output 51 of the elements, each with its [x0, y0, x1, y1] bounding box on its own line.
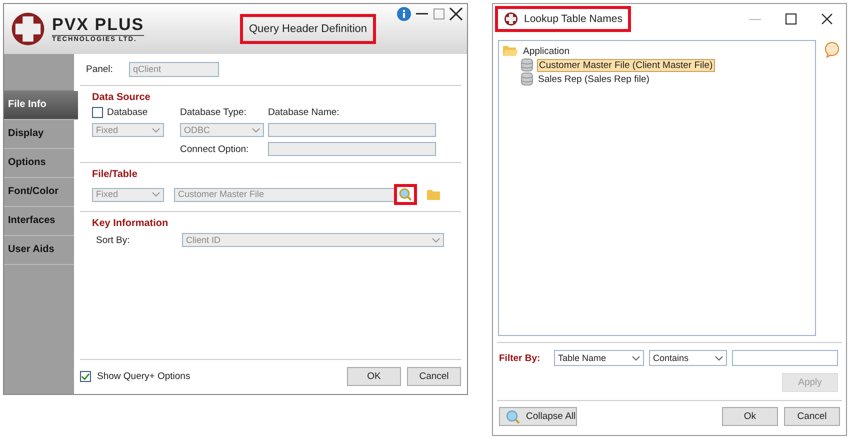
close-icon[interactable] — [449, 7, 463, 21]
logo-name: PVX PLUS — [52, 15, 144, 36]
checkbox-label: Show Query+ Options — [97, 371, 190, 382]
database-type-label: Database Type: — [180, 107, 248, 118]
dialog-button[interactable]: Cancel — [407, 367, 461, 386]
lookup-button[interactable] — [394, 184, 417, 205]
sort-by-label: Sort By: — [95, 234, 131, 246]
checkbox[interactable] — [92, 107, 103, 118]
magnifier-icon — [506, 410, 520, 424]
nav-tab[interactable]: Display — [4, 120, 74, 149]
checkbox[interactable] — [80, 371, 91, 382]
tree-item[interactable]: Sales Rep (Sales Rep file) — [537, 74, 650, 84]
tree-item[interactable]: Application — [522, 46, 570, 56]
filter-label: Filter By: — [499, 352, 542, 364]
database-name-field[interactable] — [268, 123, 436, 137]
magnifier-icon — [399, 188, 412, 201]
tree-item[interactable]: Customer Master File (Client Master File) — [537, 58, 715, 72]
connect-option-label: Connect Option: — [180, 144, 250, 154]
nav-tab[interactable]: File Info — [4, 91, 78, 120]
help-icon[interactable] — [824, 42, 840, 58]
filter-operator-dropdown[interactable]: Contains — [649, 350, 727, 366]
caret-icon — [252, 128, 260, 132]
panel-label: Panel: — [86, 64, 113, 75]
dialog-button[interactable]: Ok — [722, 407, 778, 426]
maximize-icon[interactable] — [784, 12, 798, 26]
caret-icon — [152, 128, 160, 132]
database-icon — [521, 58, 533, 72]
nav-tab[interactable]: Options — [4, 149, 74, 178]
dialog-button[interactable]: OK — [347, 367, 401, 386]
title-text: Lookup Table Names — [524, 13, 622, 25]
database-name-label: Database Name: — [268, 107, 340, 118]
filter-value-field[interactable] — [732, 350, 838, 366]
nav-tab[interactable]: Interfaces — [4, 207, 74, 236]
database-icon — [521, 72, 533, 86]
nav-tab[interactable]: User Aids — [4, 236, 74, 265]
filter-field-dropdown[interactable]: Table Name — [554, 350, 644, 366]
caret-icon — [632, 356, 640, 360]
collapse-all-button[interactable]: Collapse All — [499, 407, 577, 426]
section-heading: Key Information — [92, 218, 170, 229]
section-heading: File/Table — [92, 169, 138, 180]
connect-option-field[interactable] — [268, 142, 436, 156]
section-heading: Data Source — [92, 92, 152, 103]
caret-icon — [715, 356, 723, 360]
caret-icon — [432, 238, 440, 242]
nav-tab[interactable]: Font/Color — [4, 178, 74, 207]
dialog-button[interactable]: Cancel — [784, 407, 840, 426]
info-icon[interactable] — [397, 7, 411, 21]
window-title: Query Header Definition — [240, 14, 376, 44]
checkbox-label: Database — [107, 107, 148, 118]
close-icon[interactable] — [820, 12, 834, 26]
caret-icon — [152, 192, 160, 197]
